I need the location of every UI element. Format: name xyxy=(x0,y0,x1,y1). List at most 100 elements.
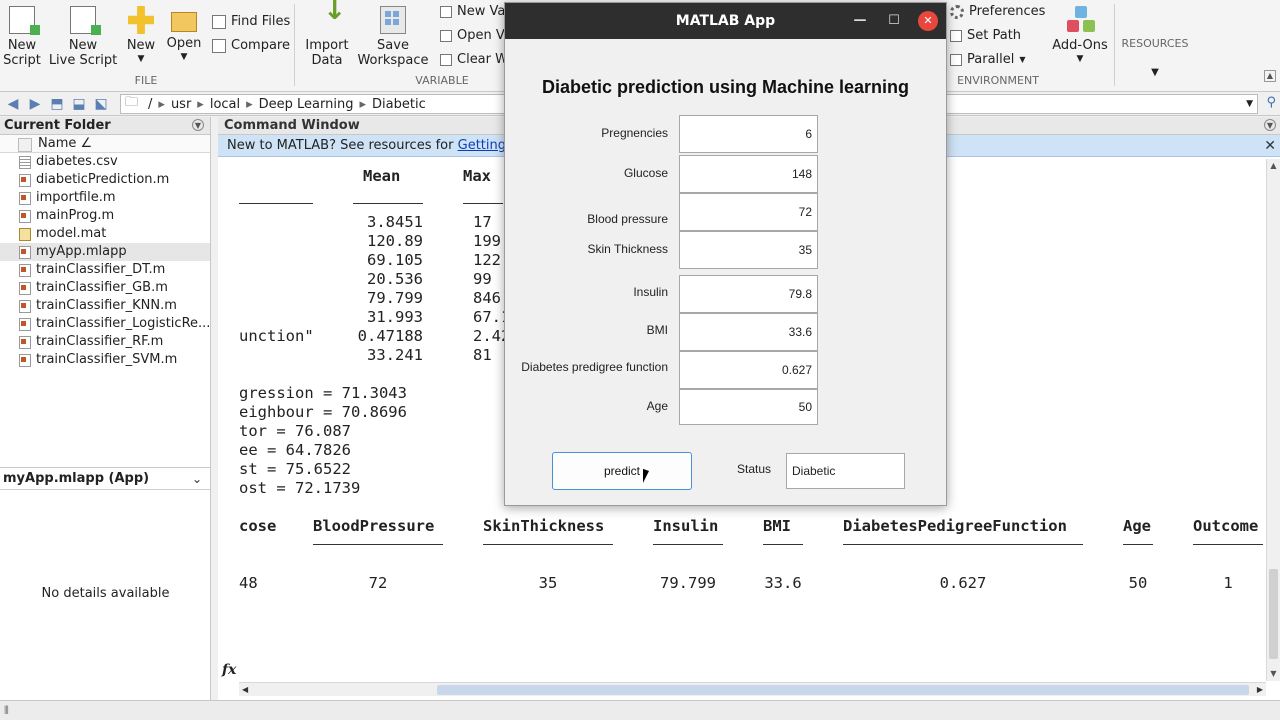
folder-up-icon[interactable]: ⬓ xyxy=(70,95,88,113)
m-file-icon xyxy=(19,264,31,277)
chevron-down-icon[interactable]: ⌄ xyxy=(192,468,202,490)
file-row[interactable]: trainClassifier_LogisticRe... xyxy=(0,315,210,333)
import-data-button[interactable]: Import Data xyxy=(302,0,352,68)
close-icon[interactable]: ✕ xyxy=(1264,135,1276,157)
panel-menu-icon[interactable]: ▼ xyxy=(192,119,204,131)
file-row[interactable]: importfile.m xyxy=(0,189,210,207)
file-row[interactable]: diabeticPrediction.m xyxy=(0,171,210,189)
file-name: trainClassifier_KNN.m xyxy=(36,298,177,313)
file-row[interactable]: trainClassifier_GB.m xyxy=(0,279,210,297)
new-variable-button[interactable]: New Va xyxy=(440,4,505,19)
browse-folder-icon[interactable]: ⬕ xyxy=(92,95,110,113)
save-workspace-icon xyxy=(380,6,406,34)
field-input[interactable]: 72 xyxy=(679,193,818,231)
file-row[interactable]: diabetes.csv xyxy=(0,153,210,171)
field-label: Age xyxy=(646,399,668,413)
clear-workspace-button[interactable]: Clear W xyxy=(440,52,508,67)
scroll-right-icon[interactable]: ▶ xyxy=(1257,683,1263,697)
table-cell: 35 xyxy=(538,574,558,592)
compare-button[interactable]: Compare xyxy=(212,38,290,53)
new-live-script-icon xyxy=(70,6,101,35)
field-input[interactable]: 50 xyxy=(679,389,818,425)
breadcrumb-diabetic[interactable]: Diabetic xyxy=(366,97,432,112)
collapse-toolstrip-icon[interactable]: ▲ xyxy=(1264,70,1276,82)
scroll-down-icon[interactable]: ▼ xyxy=(1267,667,1280,681)
breadcrumb-deep-learning[interactable]: Deep Learning xyxy=(253,97,360,112)
table-header: cose xyxy=(239,517,277,535)
new-script-icon xyxy=(9,6,40,35)
file-row[interactable]: trainClassifier_DT.m xyxy=(0,261,210,279)
save-workspace-button[interactable]: Save Workspace xyxy=(357,0,429,68)
table-underline xyxy=(1123,544,1153,545)
minimize-icon[interactable]: — xyxy=(850,3,870,39)
breadcrumb-usr[interactable]: usr xyxy=(165,97,197,112)
new-live-script-button[interactable]: New Live Script xyxy=(49,0,117,68)
file-row[interactable]: model.mat xyxy=(0,225,210,243)
status-field: Diabetic xyxy=(786,453,905,489)
m-file-icon xyxy=(19,192,31,205)
predict-button[interactable]: predict xyxy=(552,452,692,490)
field-input[interactable]: 33.6 xyxy=(679,313,818,351)
scroll-up-icon[interactable]: ▲ xyxy=(1267,159,1280,173)
file-row[interactable]: trainClassifier_RF.m xyxy=(0,333,210,351)
add-ons-icon xyxy=(1067,6,1093,34)
open-variable-button[interactable]: Open V xyxy=(440,28,505,43)
status-label: Status xyxy=(737,462,772,476)
table-underline xyxy=(843,544,1083,545)
field-input[interactable]: 35 xyxy=(679,231,818,269)
maximize-icon[interactable]: ☐ xyxy=(884,3,904,39)
horizontal-scroll-thumb[interactable] xyxy=(437,685,1249,695)
back-arrow-icon[interactable]: ◀ xyxy=(4,95,22,113)
new-button[interactable]: New ▼ xyxy=(124,0,158,64)
horizontal-scrollbar[interactable]: ◀ ▶ xyxy=(239,682,1266,696)
table-header: Insulin xyxy=(653,517,719,535)
resources-button[interactable]: RESOURCES ▼ xyxy=(1118,36,1192,80)
forward-arrow-icon[interactable]: ▶ xyxy=(26,95,44,113)
scroll-left-icon[interactable]: ◀ xyxy=(242,683,248,697)
stats-row-max: 846 xyxy=(473,289,501,307)
file-row[interactable]: trainClassifier_KNN.m xyxy=(0,297,210,315)
vertical-scrollbar[interactable]: ▲ ▼ xyxy=(1266,159,1280,681)
open-button[interactable]: Open ▼ xyxy=(165,0,203,62)
field-input[interactable]: 6 xyxy=(679,115,818,153)
file-row[interactable]: myApp.mlapp xyxy=(0,243,210,261)
set-path-button[interactable]: Set Path xyxy=(950,28,1021,43)
chevron-down-icon[interactable]: ▼ xyxy=(1246,99,1253,109)
preferences-button[interactable]: Preferences xyxy=(950,4,1045,19)
accuracy-line: tor = 76.087 xyxy=(239,422,351,440)
file-row[interactable]: trainClassifier_SVM.m xyxy=(0,351,210,369)
fx-prompt[interactable]: fx xyxy=(222,662,236,678)
table-cell: 48 xyxy=(239,574,258,592)
app-titlebar[interactable]: MATLAB App — ☐ ✕ xyxy=(505,3,946,39)
field-input[interactable]: 0.627 xyxy=(679,351,818,389)
panel-menu-icon[interactable]: ▼ xyxy=(1264,119,1276,131)
table-cell: 0.627 xyxy=(939,574,987,592)
search-icon[interactable]: ⚲ xyxy=(1266,95,1276,110)
no-details-text: No details available xyxy=(41,586,170,601)
field-input[interactable]: 148 xyxy=(679,155,818,193)
mat-file-icon xyxy=(19,228,31,241)
details-title: myApp.mlapp (App) ⌄ xyxy=(0,468,210,490)
close-icon[interactable]: ✕ xyxy=(918,11,938,31)
table-underline xyxy=(1193,544,1263,545)
separator xyxy=(294,4,295,86)
table-cell: 79.799 xyxy=(660,574,716,592)
name-column-header[interactable]: Name ∠ xyxy=(0,135,210,153)
breadcrumb-root[interactable]: / xyxy=(142,97,158,112)
breadcrumb-local[interactable]: local xyxy=(204,97,246,112)
import-arrow-icon xyxy=(314,2,346,34)
find-files-button[interactable]: Find Files xyxy=(212,14,290,29)
file-row[interactable]: mainProg.m xyxy=(0,207,210,225)
vertical-scroll-thumb[interactable] xyxy=(1269,569,1278,659)
stats-row-max: 81 xyxy=(473,346,492,364)
field-input[interactable]: 79.8 xyxy=(679,275,818,313)
up-folder-icon[interactable]: ⬒ xyxy=(48,95,66,113)
file-name: trainClassifier_GB.m xyxy=(36,280,168,295)
new-script-button[interactable]: New Script xyxy=(3,0,41,68)
add-ons-button[interactable]: Add-Ons ▼ xyxy=(1050,0,1110,64)
current-folder-title: Current Folder ▼ xyxy=(0,117,210,135)
open-variable-icon xyxy=(440,29,452,42)
chevron-down-icon: ▼ xyxy=(180,52,188,62)
parallel-button[interactable]: Parallel ▼ xyxy=(950,52,1026,67)
stats-row-max: 199 xyxy=(473,232,501,250)
